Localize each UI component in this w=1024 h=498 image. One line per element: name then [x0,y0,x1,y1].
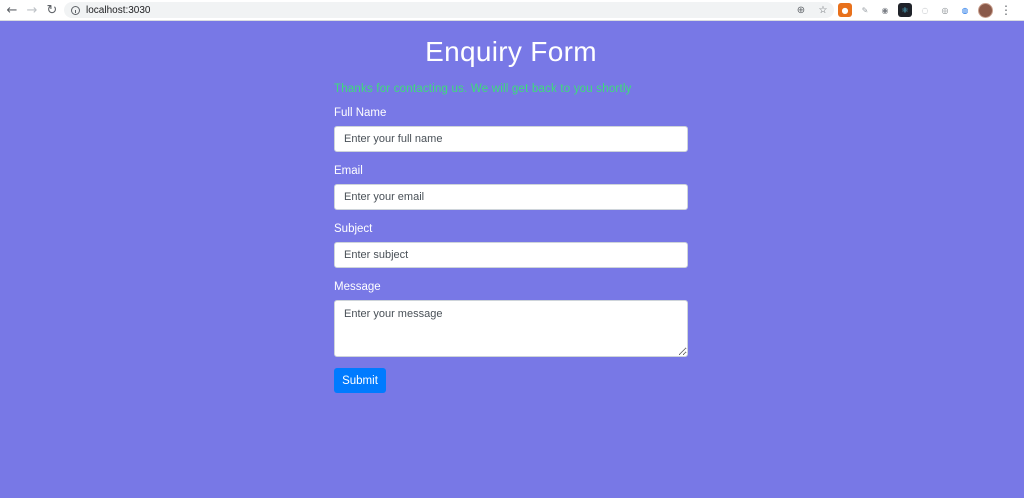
info-icon[interactable] [71,5,80,15]
subject-input[interactable] [334,242,688,268]
enquiry-form: Enquiry Form Thanks for contacting us. W… [334,22,688,393]
react-devtools-icon[interactable]: ⚛ [898,3,912,17]
subject-group: Subject [334,223,688,268]
extension-3-icon[interactable]: ◉ [878,3,892,17]
message-group: Message [334,281,688,357]
arrow-right-icon[interactable]: → [22,0,42,20]
kebab-menu-icon[interactable]: ⋮ [999,3,1013,17]
full-name-group: Full Name [334,107,688,152]
message-textarea[interactable] [334,300,688,357]
message-label: Message [334,281,381,293]
page-title: Enquiry Form [425,36,597,67]
email-label: Email [334,165,363,177]
subject-label: Subject [334,223,373,235]
reload-icon[interactable]: ↻ [42,0,62,20]
extension-5-icon[interactable]: ◌ [918,3,932,17]
avatar[interactable] [978,2,993,18]
full-name-label: Full Name [334,107,387,119]
url-text[interactable]: localhost:3030 [86,5,151,16]
email-input[interactable] [334,184,688,210]
star-icon[interactable]: ☆ [816,3,830,17]
extension-6-icon[interactable]: ◎ [938,3,952,17]
extension-2-icon[interactable]: ✎ [858,3,872,17]
arrow-left-icon[interactable]: ← [2,0,22,20]
full-name-input[interactable] [334,126,688,152]
address-bar-actions: ⊕ ☆ [794,2,830,18]
browser-toolbar: ← → ↻ localhost:3030 ⊕ ☆ ● ✎ ◉ ⚛ ◌ ◎ ◍ ⋮ [0,0,1024,21]
extension-1-icon[interactable]: ● [838,3,852,17]
address-bar[interactable]: localhost:3030 ⊕ ☆ [64,2,834,18]
extensions-bar: ● ✎ ◉ ⚛ ◌ ◎ ◍ ⋮ [838,2,1013,18]
success-message: Thanks for contacting us. We will get ba… [334,83,632,95]
extension-7-icon[interactable]: ◍ [958,3,972,17]
zoom-icon[interactable]: ⊕ [794,3,808,17]
email-group: Email [334,165,688,210]
submit-button[interactable]: Submit [334,368,386,393]
